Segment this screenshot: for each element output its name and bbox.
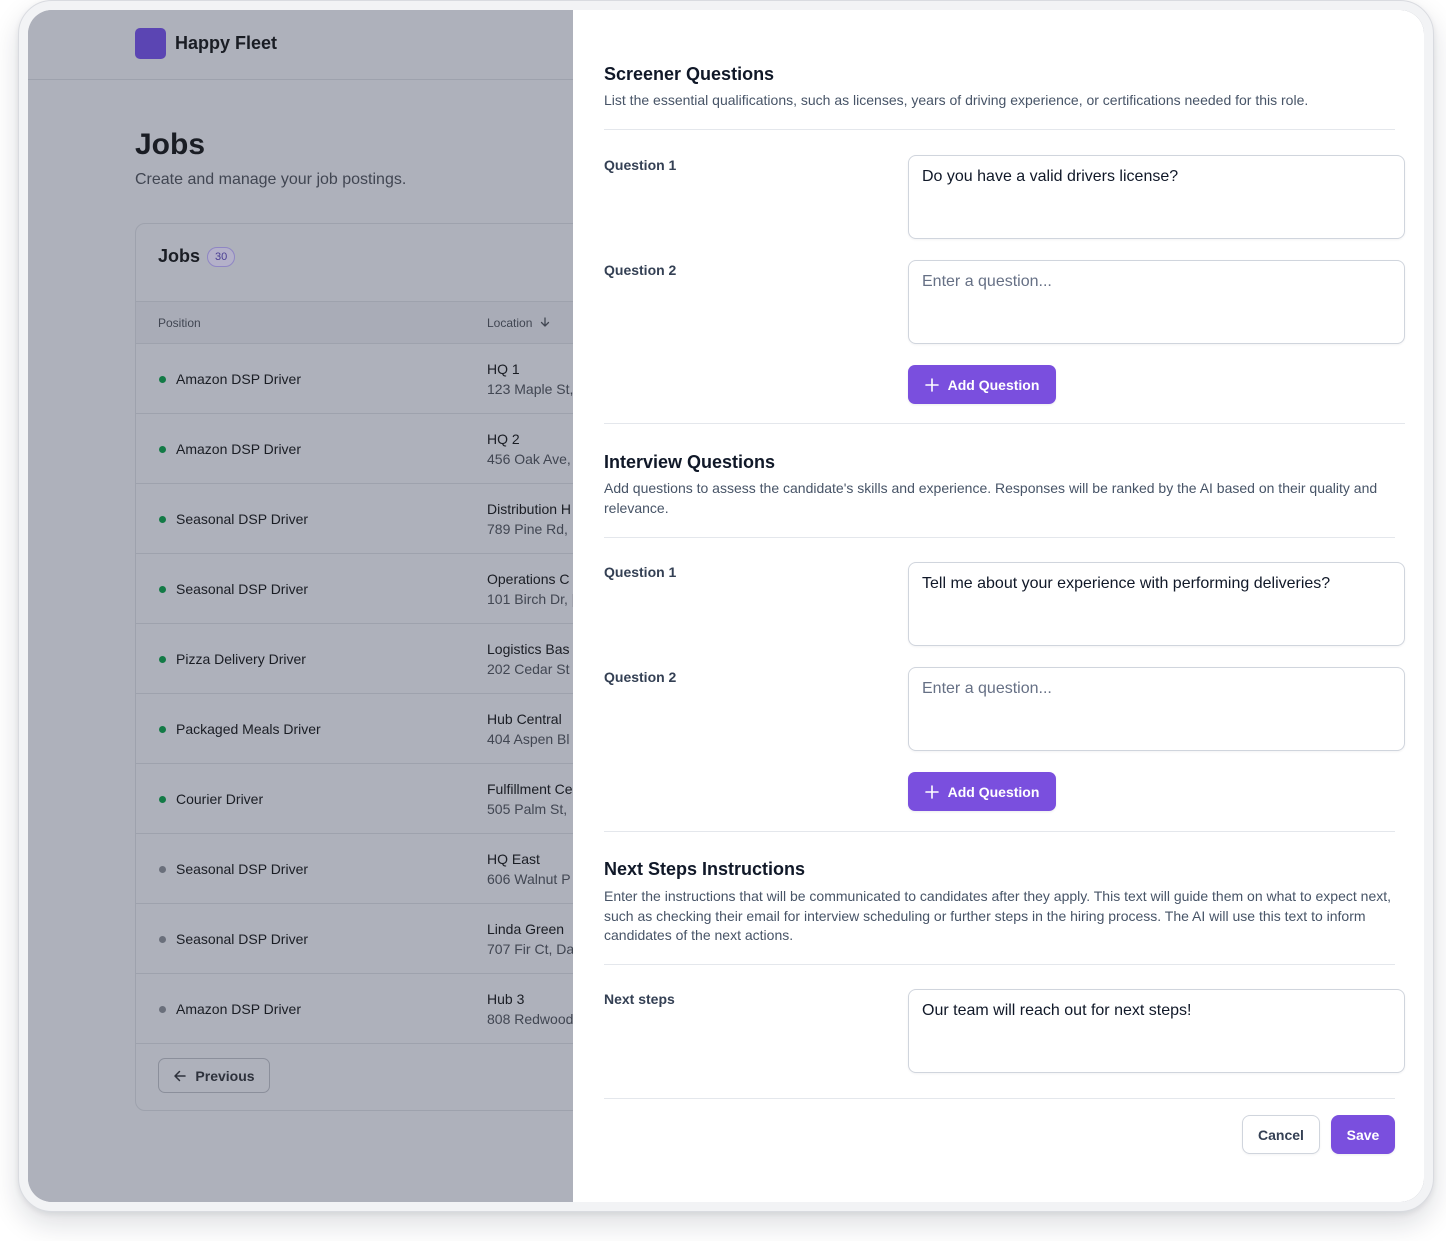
next-steps-section-description: Enter the instructions that will be comm… bbox=[604, 888, 1392, 943]
job-location-name: HQ East bbox=[487, 851, 540, 867]
page-title: Jobs bbox=[135, 128, 206, 161]
job-position: Seasonal DSP Driver bbox=[176, 861, 309, 877]
job-location-address: 404 Aspen Bl bbox=[487, 731, 570, 747]
add-interview-question-button[interactable]: Add Question bbox=[908, 772, 1056, 811]
screener-question-1-input[interactable] bbox=[908, 155, 1405, 239]
job-position: Amazon DSP Driver bbox=[176, 1001, 302, 1017]
plus-icon bbox=[924, 377, 939, 392]
jobs-card-title: Jobs bbox=[158, 246, 201, 266]
job-position: Seasonal DSP Driver bbox=[176, 581, 309, 597]
job-position: Amazon DSP Driver bbox=[176, 371, 302, 387]
job-position: Courier Driver bbox=[176, 791, 264, 807]
screener-question-1-label: Question 1 bbox=[604, 157, 677, 173]
screener-question-2-input[interactable] bbox=[908, 260, 1405, 344]
job-location-address: 808 Redwood bbox=[487, 1011, 574, 1027]
next-steps-label: Next steps bbox=[604, 991, 675, 1007]
status-dot-icon bbox=[159, 1006, 166, 1013]
job-location-name: HQ 2 bbox=[487, 431, 520, 447]
job-location-address: 606 Walnut P bbox=[487, 871, 571, 887]
job-location-address: 123 Maple St, bbox=[487, 381, 574, 397]
previous-page-button[interactable]: Previous bbox=[158, 1058, 270, 1093]
job-position: Seasonal DSP Driver bbox=[176, 511, 309, 527]
divider bbox=[604, 831, 1395, 832]
status-dot-icon bbox=[159, 936, 166, 943]
interview-section-title: Interview Questions bbox=[604, 452, 776, 472]
divider bbox=[604, 129, 1395, 130]
job-location-name: Operations C bbox=[487, 571, 570, 587]
job-location-name: Hub Central bbox=[487, 711, 562, 727]
status-dot-icon bbox=[159, 586, 166, 593]
divider bbox=[604, 537, 1395, 538]
job-location-name: Hub 3 bbox=[487, 991, 525, 1007]
column-header-position[interactable]: Position bbox=[158, 316, 201, 330]
status-dot-icon bbox=[159, 376, 166, 383]
status-dot-icon bbox=[159, 796, 166, 803]
app-logo-icon bbox=[135, 28, 166, 59]
status-dot-icon bbox=[159, 656, 166, 663]
job-position: Pizza Delivery Driver bbox=[176, 651, 306, 667]
arrow-left-icon bbox=[174, 1070, 187, 1081]
job-position: Amazon DSP Driver bbox=[176, 441, 302, 457]
screener-question-2-label: Question 2 bbox=[604, 262, 677, 278]
job-location-address: 505 Palm St, bbox=[487, 801, 568, 817]
interview-question-1-label: Question 1 bbox=[604, 564, 677, 580]
divider bbox=[604, 1098, 1395, 1099]
job-location-address: 789 Pine Rd, , bbox=[487, 521, 576, 537]
divider bbox=[604, 964, 1395, 965]
app-screen: Happy Fleet Jobs Create and manage your … bbox=[28, 10, 1424, 1202]
job-position: Seasonal DSP Driver bbox=[176, 931, 309, 947]
divider bbox=[604, 423, 1405, 424]
job-location-name: Linda Green bbox=[487, 921, 565, 937]
job-location-name: Distribution H bbox=[487, 501, 572, 517]
interview-question-2-label: Question 2 bbox=[604, 669, 677, 685]
job-location-address: 101 Birch Dr, [ bbox=[487, 591, 576, 607]
job-location-name: Logistics Bas bbox=[487, 641, 570, 657]
plus-icon bbox=[924, 784, 939, 799]
job-location-address: 707 Fir Ct, Da bbox=[487, 941, 575, 957]
interview-question-2-input[interactable] bbox=[908, 667, 1405, 751]
status-dot-icon bbox=[159, 726, 166, 733]
job-position: Packaged Meals Driver bbox=[176, 721, 321, 737]
column-header-location[interactable]: Location bbox=[487, 316, 550, 330]
interview-question-1-input[interactable] bbox=[908, 562, 1405, 646]
page-subtitle: Create and manage your job postings. bbox=[135, 171, 407, 188]
status-dot-icon bbox=[159, 446, 166, 453]
jobs-count-badge: 30 bbox=[207, 247, 236, 267]
app-name: Happy Fleet bbox=[175, 33, 278, 53]
job-location-address: 456 Oak Ave, bbox=[487, 451, 571, 467]
job-location-address: 202 Cedar St bbox=[487, 661, 570, 677]
job-location-name: HQ 1 bbox=[487, 361, 520, 377]
arrow-down-icon bbox=[540, 317, 549, 327]
save-button[interactable]: Save bbox=[1331, 1115, 1395, 1154]
job-settings-panel: Screener Questions List the essential qu… bbox=[573, 10, 1424, 1202]
status-dot-icon bbox=[159, 516, 166, 523]
screener-section-description: List the essential qualifications, such … bbox=[604, 92, 1309, 108]
add-screener-question-button[interactable]: Add Question bbox=[908, 365, 1056, 404]
cancel-button[interactable]: Cancel bbox=[1242, 1115, 1320, 1154]
next-steps-input[interactable] bbox=[908, 989, 1405, 1073]
status-dot-icon bbox=[159, 866, 166, 873]
interview-section-description: Add questions to assess the candidate's … bbox=[604, 480, 1378, 516]
screener-section-title: Screener Questions bbox=[604, 64, 775, 84]
next-steps-section-title: Next Steps Instructions bbox=[604, 859, 806, 879]
job-location-name: Fulfillment Ce bbox=[487, 781, 573, 797]
